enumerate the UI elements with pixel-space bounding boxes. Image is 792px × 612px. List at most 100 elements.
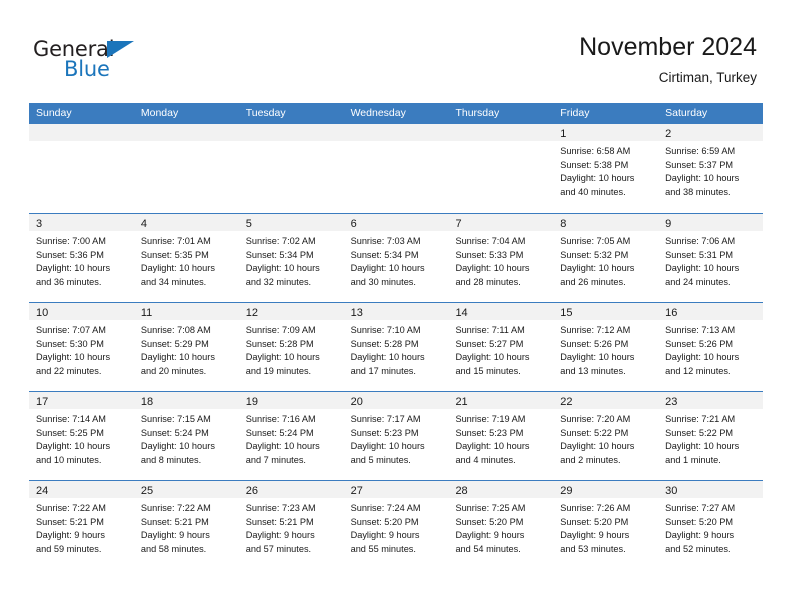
calendar-day-cell-empty: [238, 124, 344, 213]
day-number: 25: [140, 485, 154, 497]
daylight-text-line1: Daylight: 10 hours: [560, 352, 635, 363]
day-number: 19: [245, 396, 258, 408]
sunset-text: Sunset: 5:20 PM: [665, 516, 734, 527]
day-number-strip: [133, 124, 239, 141]
day-details: Sunrise: 7:17 AM Sunset: 5:23 PM Daylight:…: [344, 409, 449, 467]
calendar-week-row: 10 Sunrise: 7:07 AM Sunset: 5:30 PM Dayligh…: [29, 302, 764, 391]
day-details: Sunrise: 7:22 AM Sunset: 5:21 PM Daylight:…: [29, 498, 134, 556]
day-number-strip: 17: [29, 392, 134, 409]
weekday-header-saturday: Saturday: [665, 107, 708, 119]
sunrise-text: Sunrise: 7:21 AM: [665, 414, 736, 424]
sunset-text: Sunset: 5:23 PM: [455, 427, 524, 438]
calendar-day-cell[interactable]: 6 Sunrise: 7:03 AM Sunset: 5:34 PM Daylight…: [343, 214, 449, 302]
calendar-day-cell[interactable]: 17 Sunrise: 7:14 AM Sunset: 5:25 PM Dayligh…: [29, 392, 134, 480]
sunrise-text: Sunrise: 7:14 AM: [36, 414, 106, 424]
day-number: 16: [665, 307, 678, 319]
calendar-day-cell[interactable]: 4 Sunrise: 7:01 AM Sunset: 5:35 PM Daylight…: [133, 214, 239, 302]
general-blue-logo[interactable]: General Blue: [33, 38, 163, 84]
day-number-strip: 29: [553, 481, 659, 498]
day-details: Sunrise: 7:03 AM Sunset: 5:34 PM Daylight:…: [344, 231, 449, 289]
calendar-day-cell[interactable]: 23 Sunrise: 7:21 AM Sunset: 5:22 PM Dayligh…: [658, 392, 764, 480]
calendar-day-cell[interactable]: 3 Sunrise: 7:00 AM Sunset: 5:36 PM Daylight…: [29, 214, 134, 302]
sunset-text: Sunset: 5:20 PM: [560, 516, 629, 527]
calendar-week-row: 24 Sunrise: 7:22 AM Sunset: 5:21 PM Dayligh…: [29, 480, 764, 569]
day-details: Sunrise: 7:20 AM Sunset: 5:22 PM Daylight:…: [553, 409, 658, 467]
calendar-day-cell[interactable]: 16 Sunrise: 7:13 AM Sunset: 5:26 PM Dayligh…: [658, 303, 764, 391]
day-number: 6: [350, 218, 357, 230]
day-number: 7: [455, 218, 462, 230]
daylight-text-line2: and 2 minutes.: [560, 454, 621, 465]
day-details: Sunrise: 7:24 AM Sunset: 5:20 PM Daylight:…: [344, 498, 449, 556]
daylight-text-line2: and 1 minute.: [665, 454, 721, 465]
calendar-day-cell[interactable]: 24 Sunrise: 7:22 AM Sunset: 5:21 PM Dayligh…: [29, 481, 134, 569]
calendar-day-cell[interactable]: 10 Sunrise: 7:07 AM Sunset: 5:30 PM Dayligh…: [29, 303, 134, 391]
day-number: 24: [36, 485, 49, 497]
daylight-text-line1: Daylight: 10 hours: [245, 441, 320, 452]
day-number: 2: [665, 128, 672, 140]
sunrise-text: Sunrise: 7:22 AM: [36, 503, 106, 513]
daylight-text-line1: Daylight: 9 hours: [350, 530, 420, 541]
sunset-text: Sunset: 5:32 PM: [560, 249, 629, 260]
sunrise-text: Sunrise: 7:03 AM: [350, 236, 421, 246]
sunrise-text: Sunrise: 7:04 AM: [455, 236, 526, 246]
calendar-day-cell[interactable]: 22 Sunrise: 7:20 AM Sunset: 5:22 PM Dayligh…: [553, 392, 659, 480]
day-number-strip: 22: [553, 392, 659, 409]
page-title: November 2024: [579, 33, 757, 61]
calendar-day-cell[interactable]: 26 Sunrise: 7:23 AM Sunset: 5:21 PM Dayligh…: [238, 481, 344, 569]
day-details: Sunrise: 7:04 AM Sunset: 5:33 PM Daylight:…: [448, 231, 553, 289]
day-number: 23: [665, 396, 678, 408]
calendar-day-cell[interactable]: 18 Sunrise: 7:15 AM Sunset: 5:24 PM Dayligh…: [133, 392, 239, 480]
calendar-day-cell[interactable]: 20 Sunrise: 7:17 AM Sunset: 5:23 PM Dayligh…: [343, 392, 449, 480]
logo-triangle-icon: [107, 41, 134, 58]
day-number-strip: [343, 124, 449, 141]
daylight-text-line1: Daylight: 10 hours: [665, 173, 740, 184]
daylight-text-line1: Daylight: 10 hours: [36, 441, 111, 452]
sunset-text: Sunset: 5:23 PM: [350, 427, 419, 438]
day-details: Sunrise: 7:19 AM Sunset: 5:23 PM Daylight:…: [448, 409, 553, 467]
sunrise-text: Sunrise: 7:17 AM: [350, 414, 421, 424]
calendar-day-cell[interactable]: 19 Sunrise: 7:16 AM Sunset: 5:24 PM Dayligh…: [238, 392, 344, 480]
sunrise-text: Sunrise: 7:10 AM: [350, 325, 421, 335]
calendar-day-cell[interactable]: 25 Sunrise: 7:22 AM Sunset: 5:21 PM Dayligh…: [133, 481, 239, 569]
calendar-day-cell[interactable]: 1 Sunrise: 6:58 AM Sunset: 5:38 PM Daylight…: [553, 124, 659, 213]
day-details: Sunrise: 7:15 AM Sunset: 5:24 PM Daylight:…: [134, 409, 239, 467]
sunrise-text: Sunrise: 7:13 AM: [665, 325, 736, 335]
day-number: 22: [560, 396, 573, 408]
daylight-text-line2: and 20 minutes.: [140, 365, 207, 376]
calendar-day-cell[interactable]: 15 Sunrise: 7:12 AM Sunset: 5:26 PM Dayligh…: [553, 303, 659, 391]
sunrise-text: Sunrise: 7:12 AM: [560, 325, 631, 335]
calendar-day-cell[interactable]: 21 Sunrise: 7:19 AM Sunset: 5:23 PM Dayligh…: [448, 392, 554, 480]
daylight-text-line1: Daylight: 10 hours: [560, 173, 635, 184]
calendar-day-cell[interactable]: 14 Sunrise: 7:11 AM Sunset: 5:27 PM Dayligh…: [448, 303, 554, 391]
day-number: 20: [350, 396, 363, 408]
calendar-day-cell[interactable]: 11 Sunrise: 7:08 AM Sunset: 5:29 PM Dayligh…: [133, 303, 239, 391]
daylight-text-line1: Daylight: 10 hours: [665, 352, 740, 363]
calendar-day-cell[interactable]: 28 Sunrise: 7:25 AM Sunset: 5:20 PM Dayligh…: [448, 481, 554, 569]
day-number-strip: 27: [343, 481, 449, 498]
day-number: 1: [560, 128, 567, 140]
sunset-text: Sunset: 5:29 PM: [140, 338, 209, 349]
calendar-day-cell[interactable]: 29 Sunrise: 7:26 AM Sunset: 5:20 PM Dayligh…: [553, 481, 659, 569]
day-details: Sunrise: 7:11 AM Sunset: 5:27 PM Daylight:…: [448, 320, 553, 378]
calendar-day-cell[interactable]: 13 Sunrise: 7:10 AM Sunset: 5:28 PM Dayligh…: [343, 303, 449, 391]
sunrise-text: Sunrise: 6:58 AM: [560, 146, 631, 156]
calendar-day-cell[interactable]: 2 Sunrise: 6:59 AM Sunset: 5:37 PM Daylight…: [658, 124, 764, 213]
day-details: Sunrise: 7:13 AM Sunset: 5:26 PM Daylight:…: [658, 320, 763, 378]
daylight-text-line1: Daylight: 10 hours: [560, 441, 635, 452]
day-details: Sunrise: 7:16 AM Sunset: 5:24 PM Daylight:…: [239, 409, 344, 467]
daylight-text-line1: Daylight: 10 hours: [350, 352, 425, 363]
day-number: 10: [36, 307, 49, 319]
day-number: 14: [455, 307, 468, 319]
weekday-header-friday: Friday: [560, 107, 590, 119]
calendar-day-cell[interactable]: 27 Sunrise: 7:24 AM Sunset: 5:20 PM Dayligh…: [343, 481, 449, 569]
page-subtitle: Cirtiman, Turkey: [658, 70, 757, 85]
calendar-day-cell[interactable]: 9 Sunrise: 7:06 AM Sunset: 5:31 PM Daylight…: [658, 214, 764, 302]
calendar-day-cell[interactable]: 30 Sunrise: 7:27 AM Sunset: 5:20 PM Dayligh…: [658, 481, 764, 569]
calendar-day-cell[interactable]: 8 Sunrise: 7:05 AM Sunset: 5:32 PM Daylight…: [553, 214, 659, 302]
sunrise-text: Sunrise: 7:07 AM: [36, 325, 106, 335]
day-number: 5: [245, 218, 252, 230]
daylight-text-line2: and 7 minutes.: [245, 454, 306, 465]
calendar-day-cell[interactable]: 12 Sunrise: 7:09 AM Sunset: 5:28 PM Dayligh…: [238, 303, 344, 391]
calendar-day-cell[interactable]: 5 Sunrise: 7:02 AM Sunset: 5:34 PM Daylight…: [238, 214, 344, 302]
calendar-day-cell[interactable]: 7 Sunrise: 7:04 AM Sunset: 5:33 PM Daylight…: [448, 214, 554, 302]
